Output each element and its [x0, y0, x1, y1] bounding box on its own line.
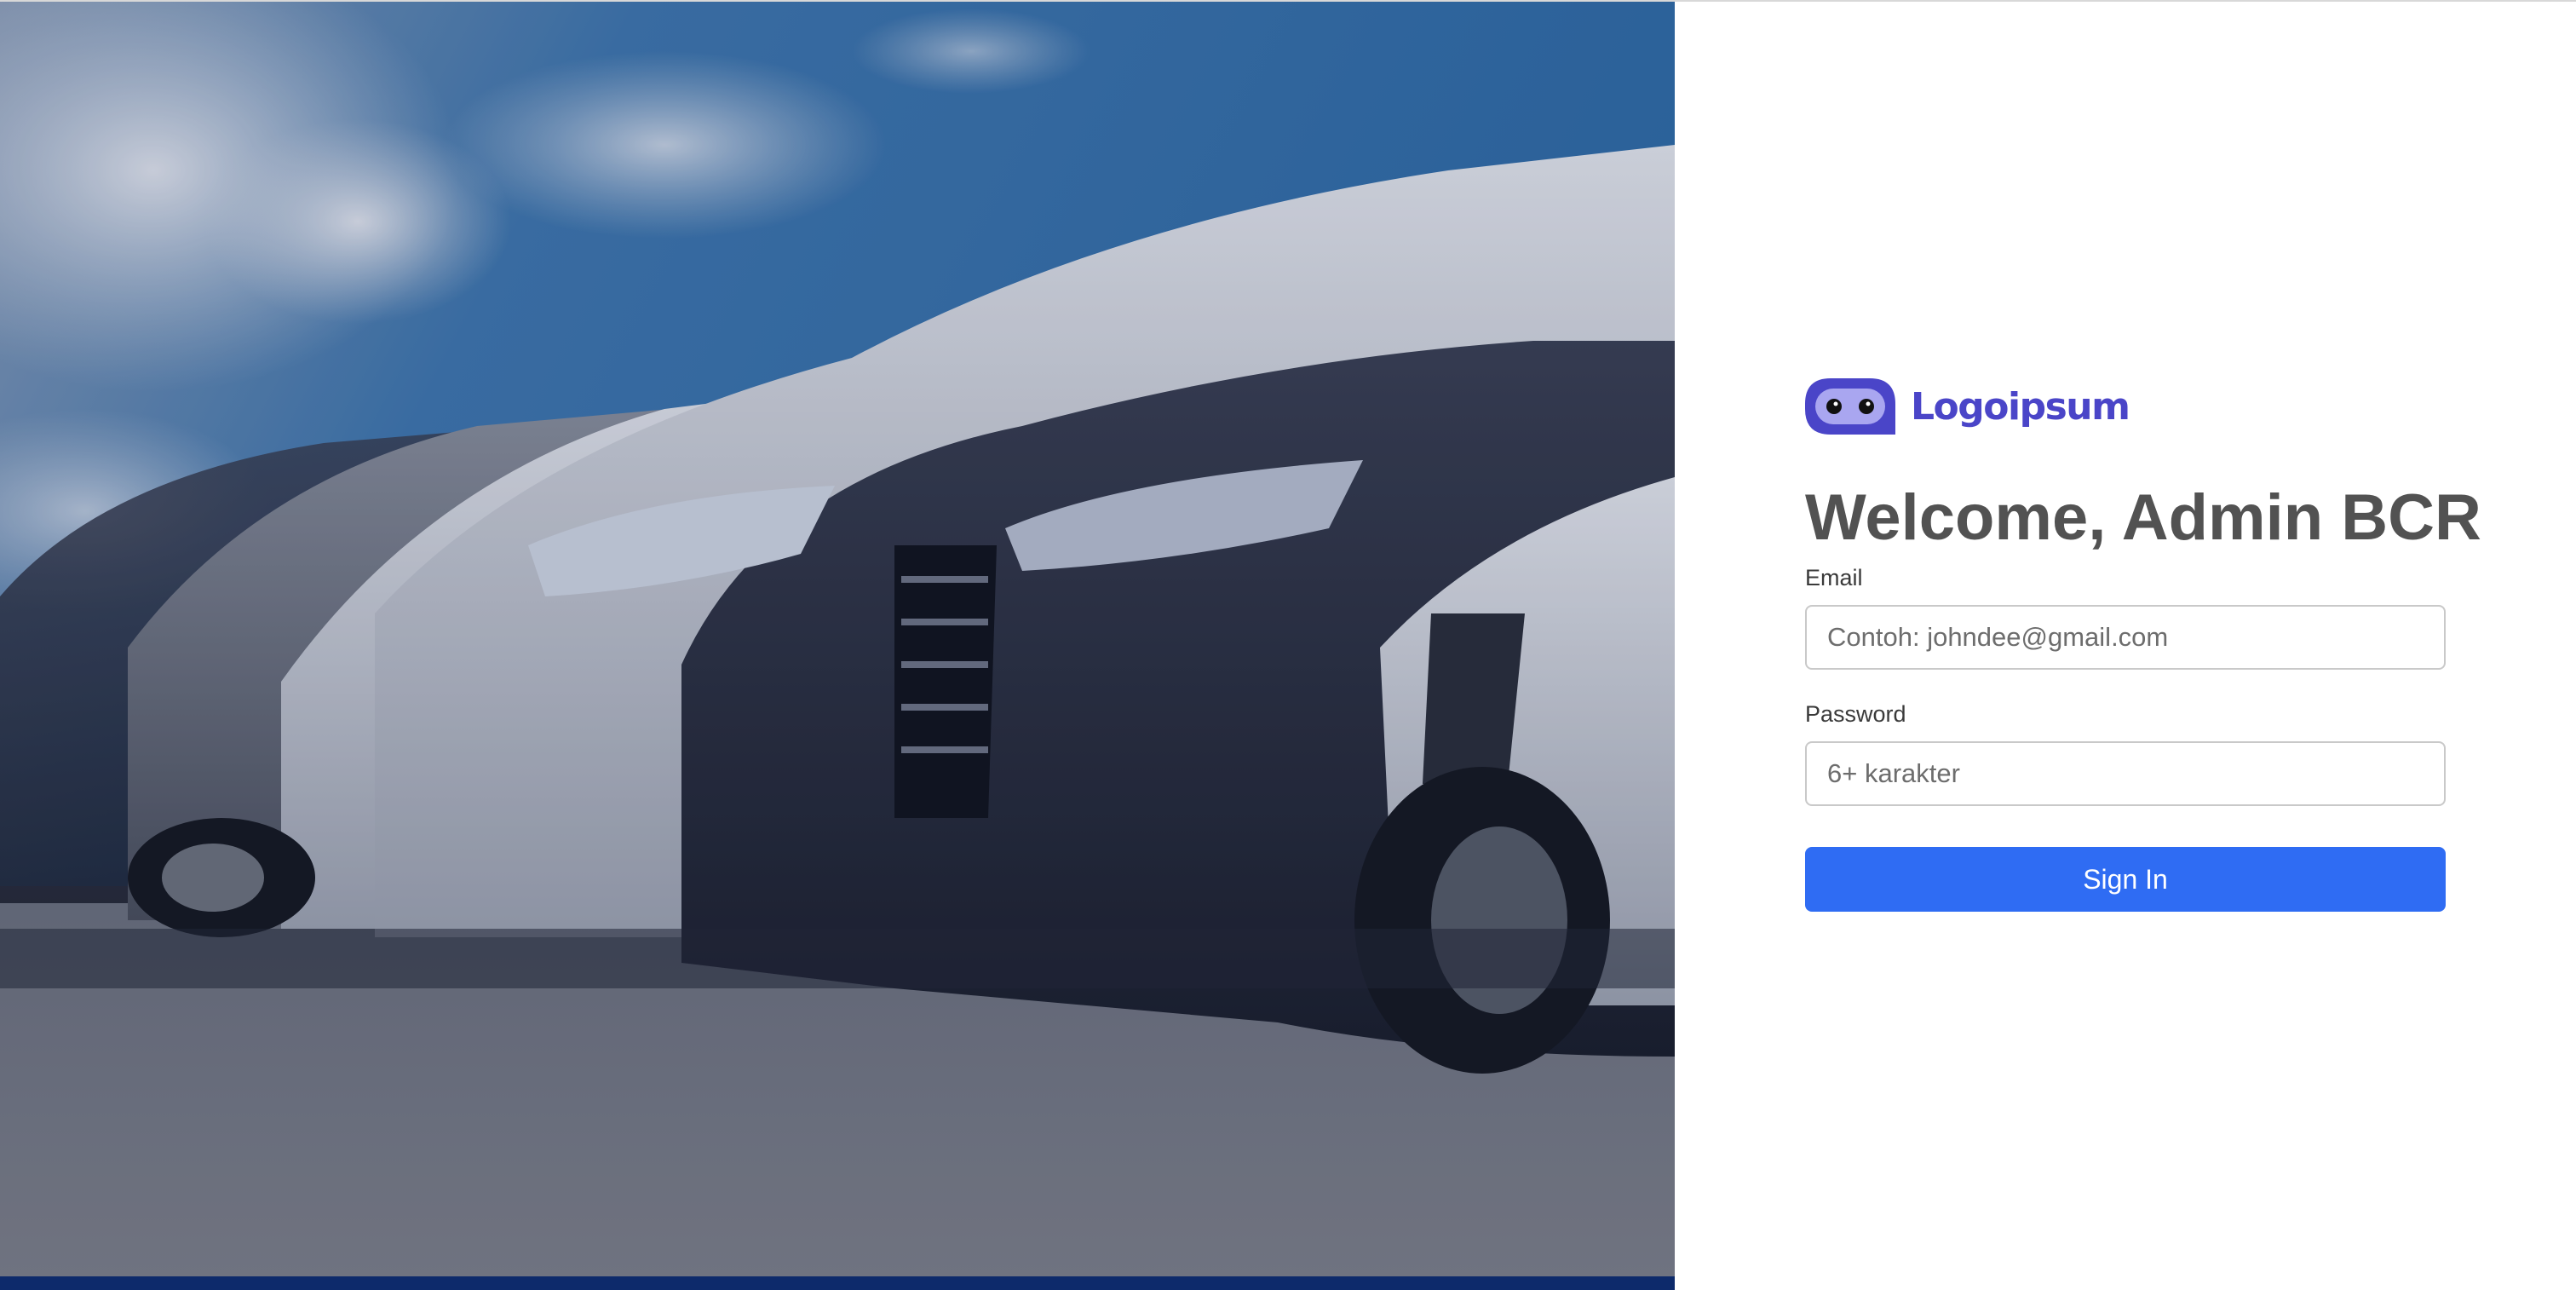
sign-in-button[interactable]: Sign In [1805, 847, 2446, 912]
page-title: Welcome, Admin BCR [1805, 481, 2481, 554]
login-form: Logoipsum Welcome, Admin BCR Email Passw… [1805, 378, 2481, 912]
hero-panel [0, 0, 1675, 1290]
logo-text: Logoipsum [1911, 384, 2130, 429]
hero-bottom-bar [0, 1276, 1675, 1290]
password-label: Password [1805, 701, 1906, 727]
login-page: Logoipsum Welcome, Admin BCR Email Passw… [0, 0, 2576, 1290]
login-panel: Logoipsum Welcome, Admin BCR Email Passw… [1675, 0, 2576, 1290]
email-field[interactable] [1805, 605, 2446, 670]
brand-logo: Logoipsum [1805, 378, 2446, 435]
top-divider [0, 0, 2576, 2]
password-field[interactable] [1805, 741, 2446, 806]
hero-overlay [0, 0, 1675, 1276]
email-label: Email [1805, 565, 1863, 590]
logo-mascot-icon [1805, 378, 1895, 435]
